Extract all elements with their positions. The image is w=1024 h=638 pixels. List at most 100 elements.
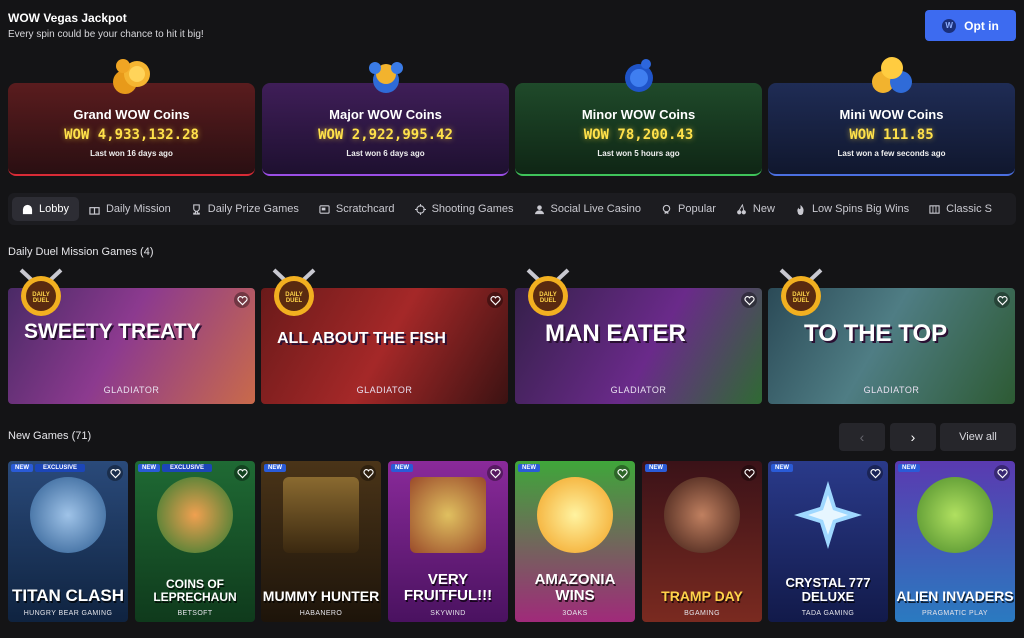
favorite-heart-icon[interactable] bbox=[487, 465, 503, 481]
new-tag: NEW bbox=[645, 464, 667, 472]
game-title: TO THE TOP bbox=[804, 320, 948, 347]
new-tag: NEW bbox=[771, 464, 793, 472]
daily-duel-badge-label: DAILY DUEL bbox=[285, 292, 303, 304]
game-provider: 3OAKS bbox=[562, 610, 588, 617]
favorite-heart-icon[interactable] bbox=[867, 465, 883, 481]
nav-item-social-live-casino[interactable]: Social Live Casino bbox=[524, 197, 652, 221]
flame-icon bbox=[797, 204, 804, 215]
jackpot-card-major: Major WOW Coins WOW 2,922,995.42 Last wo… bbox=[262, 62, 509, 176]
jackpot-last-won: Last won 16 days ago bbox=[90, 149, 173, 158]
game-art bbox=[157, 477, 233, 553]
jackpot-card-mini: Mini WOW Coins WOW 111.85 Last won a few… bbox=[768, 57, 1015, 176]
game-card[interactable]: NEW ALIEN INVADERS PRAGMATIC PLAY bbox=[895, 461, 1015, 622]
nav-item-label: Low Spins Big Wins bbox=[811, 203, 910, 215]
nav-item-label: Shooting Games bbox=[431, 203, 514, 215]
game-tags: NEW EXCLUSIVE bbox=[11, 464, 86, 472]
nav-item-low-spins-big-wins[interactable]: Low Spins Big Wins bbox=[785, 197, 919, 221]
game-card[interactable]: NEW TRAMP DAY BGAMING bbox=[642, 461, 762, 622]
nav-item-label: New bbox=[752, 203, 775, 215]
nav-item-label: Classic S bbox=[946, 203, 992, 215]
new-tag: NEW bbox=[518, 464, 540, 472]
prev-page-button[interactable]: ‹ bbox=[839, 423, 885, 451]
favorite-heart-icon[interactable] bbox=[614, 465, 630, 481]
jackpot-subtitle: Every spin could be your chance to hit i… bbox=[8, 29, 204, 40]
favorite-heart-icon[interactable] bbox=[107, 465, 123, 481]
game-card[interactable]: NEW EXCLUSIVE TITAN CLASH HUNGRY BEAR GAM… bbox=[8, 461, 128, 622]
jackpot-header: WOW Vegas Jackpot Every spin could be yo… bbox=[8, 11, 204, 40]
favorite-heart-icon[interactable] bbox=[741, 465, 757, 481]
nav-item-label: Daily Prize Games bbox=[207, 203, 299, 215]
game-title: TRAMP DAY bbox=[661, 588, 743, 604]
nav-item-new[interactable]: New bbox=[726, 197, 785, 221]
favorite-heart-icon[interactable] bbox=[234, 292, 250, 308]
cherry-icon bbox=[737, 203, 746, 214]
new-tag: NEW bbox=[11, 464, 33, 472]
favorite-heart-icon[interactable] bbox=[994, 465, 1010, 481]
nav-item-scratchcard[interactable]: Scratchcard bbox=[309, 197, 405, 221]
gold-coins-icon bbox=[112, 59, 150, 94]
nav-item-daily-prize-games[interactable]: Daily Prize Games bbox=[181, 197, 309, 221]
new-tag: NEW bbox=[898, 464, 920, 472]
favorite-heart-icon[interactable] bbox=[360, 465, 376, 481]
game-tags: NEW bbox=[264, 464, 286, 472]
opt-in-button[interactable]: W Opt in bbox=[925, 10, 1016, 41]
game-card[interactable]: NEW AMAZONIA WINS 3OAKS bbox=[515, 461, 635, 622]
game-provider: HABANERO bbox=[299, 610, 343, 617]
daily-duel-badge-label: DAILY DUEL bbox=[792, 292, 810, 304]
jackpot-name: Minor WOW Coins bbox=[581, 107, 696, 122]
game-provider: HUNGRY BEAR GAMING bbox=[23, 610, 113, 617]
game-card[interactable]: NEW EXCLUSIVE COINS OF LEPRECHAUN BETSOFT bbox=[135, 461, 255, 622]
nav-item-lobby[interactable]: Lobby bbox=[12, 197, 79, 221]
exclusive-tag: EXCLUSIVE bbox=[35, 464, 86, 472]
game-provider: BETSOFT bbox=[177, 610, 213, 617]
game-tags: NEW bbox=[771, 464, 793, 472]
game-title: ALIEN INVADERS bbox=[896, 588, 1014, 604]
jackpot-tiers: Grand WOW Coins WOW 4,933,132.28 Last wo… bbox=[8, 54, 1016, 178]
game-tags: NEW bbox=[518, 464, 540, 472]
game-provider: GLADIATOR bbox=[863, 385, 920, 395]
exclusive-tag: EXCLUSIVE bbox=[162, 464, 213, 472]
card-icon bbox=[319, 204, 330, 214]
game-art bbox=[30, 477, 106, 553]
game-title: MUMMY HUNTER bbox=[262, 588, 380, 604]
favorite-heart-icon[interactable] bbox=[234, 465, 250, 481]
game-card[interactable]: NEW CRYSTAL 777 DELUXE TADA GAMING bbox=[768, 461, 888, 622]
nav-item-daily-mission[interactable]: Daily Mission bbox=[79, 197, 181, 221]
new-tag: NEW bbox=[138, 464, 160, 472]
favorite-heart-icon[interactable] bbox=[741, 292, 757, 308]
medal-icon bbox=[662, 204, 671, 214]
jackpot-amount: WOW 2,922,995.42 bbox=[318, 127, 453, 143]
nav-item-label: Scratchcard bbox=[335, 203, 395, 215]
favorite-heart-icon[interactable] bbox=[994, 292, 1010, 308]
game-provider: TADA GAMING bbox=[801, 610, 855, 617]
next-page-button[interactable]: › bbox=[890, 423, 936, 451]
game-card[interactable]: NEW VERY FRUITFUL!!! SKYWIND bbox=[388, 461, 508, 622]
game-card[interactable]: NEW MUMMY HUNTER HABANERO bbox=[261, 461, 381, 622]
nav-item-label: Lobby bbox=[39, 203, 69, 215]
game-provider: GLADIATOR bbox=[610, 385, 667, 395]
game-provider: BGAMING bbox=[684, 610, 720, 617]
favorite-heart-icon[interactable] bbox=[487, 292, 503, 308]
game-provider: PRAGMATIC PLAY bbox=[921, 610, 989, 617]
new-games-row: NEW EXCLUSIVE TITAN CLASH HUNGRY BEAR GAM… bbox=[8, 461, 1016, 622]
duel-games-row: SWEETY TREATY GLADIATOR ALL ABOUT THE FI… bbox=[8, 266, 1016, 405]
jackpot-amount: WOW 111.85 bbox=[849, 127, 934, 143]
jackpot-title: WOW Vegas Jackpot bbox=[8, 11, 127, 25]
nav-item-popular[interactable]: Popular bbox=[651, 197, 726, 221]
crosshair-icon bbox=[414, 203, 426, 215]
nav-item-shooting-games[interactable]: Shooting Games bbox=[405, 197, 524, 221]
game-provider: GLADIATOR bbox=[103, 385, 160, 395]
game-tags: NEW EXCLUSIVE bbox=[138, 464, 213, 472]
game-title: ALL ABOUT THE FISH bbox=[277, 330, 446, 347]
nav-item-label: Daily Mission bbox=[105, 203, 171, 215]
game-art bbox=[917, 477, 993, 553]
jackpot-last-won: Last won a few seconds ago bbox=[837, 149, 946, 158]
view-all-button[interactable]: View all bbox=[940, 423, 1016, 451]
new-tag: NEW bbox=[264, 464, 286, 472]
jackpot-card-minor: Minor WOW Coins WOW 78,200.43 Last won 5… bbox=[515, 59, 762, 176]
game-tags: NEW bbox=[391, 464, 413, 472]
jackpot-name: Grand WOW Coins bbox=[73, 107, 190, 122]
lobby-icon bbox=[22, 204, 33, 214]
game-tags: NEW bbox=[898, 464, 920, 472]
nav-item-classic-slots[interactable]: Classic S bbox=[919, 197, 1002, 221]
